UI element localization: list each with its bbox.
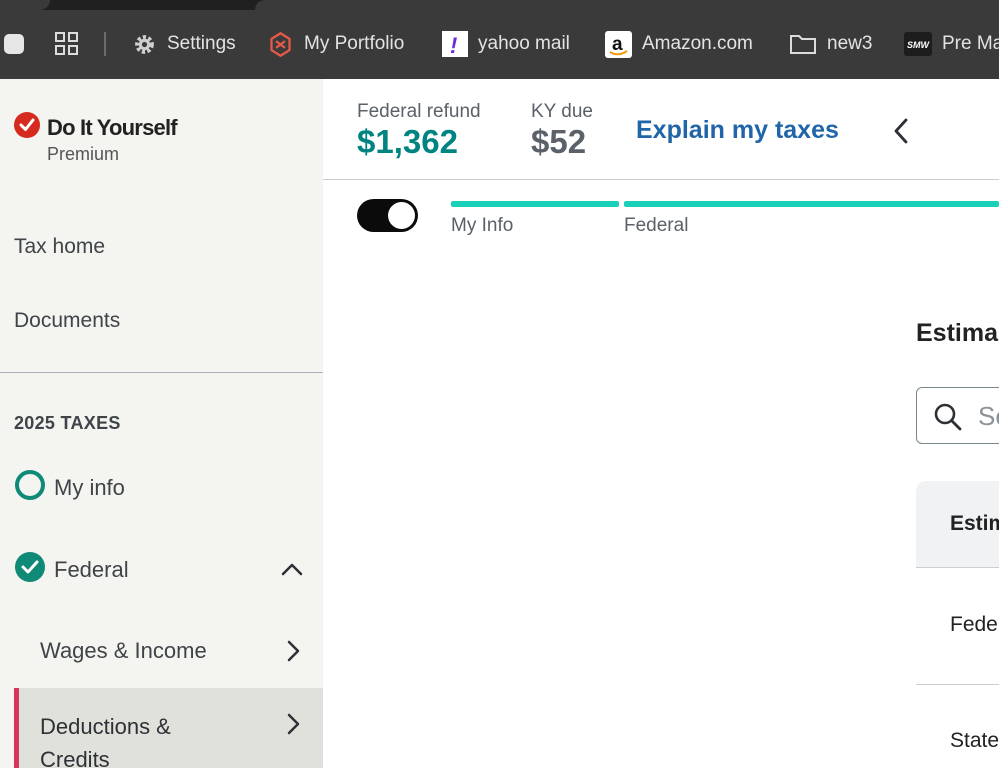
bookmark-settings[interactable]: Settings <box>132 25 236 63</box>
sidebar-item-deductions-credits[interactable]: Deductions & Credits <box>14 688 323 772</box>
address-bar-frame[interactable] <box>255 0 999 10</box>
search-placeholder: Se <box>978 401 999 431</box>
bookmark-label: Pre Ma <box>942 33 999 54</box>
table-row-divider <box>916 684 999 685</box>
portfolio-logo-icon <box>267 31 294 58</box>
checkmark-logo-icon <box>13 111 41 144</box>
table-row-divider <box>916 567 999 568</box>
bookmark-label: Settings <box>167 33 236 54</box>
table-header-label: Estim <box>950 512 999 535</box>
header-divider <box>323 179 999 180</box>
refund-value: $1,362 <box>357 123 458 160</box>
yahoo-logo-text: ! <box>450 33 457 57</box>
check-circle-icon <box>14 551 46 589</box>
bookmarks-separator <box>104 32 106 56</box>
due-value: $52 <box>531 123 587 160</box>
bookmark-folder-new3[interactable]: new3 <box>789 25 872 63</box>
section-heading: 2025 TAXES <box>14 413 121 433</box>
toggle-knob <box>388 202 415 229</box>
chevron-left-icon[interactable] <box>891 117 911 150</box>
yahoo-icon: ! <box>442 31 468 57</box>
progress-bar-federal <box>624 201 999 207</box>
table-row[interactable]: State <box>950 729 999 753</box>
sidebar-item-documents[interactable]: Documents <box>14 309 120 333</box>
table-row[interactable]: Fede <box>950 613 998 637</box>
bookmark-label: yahoo mail <box>478 33 570 54</box>
page-title: Estima <box>916 319 998 347</box>
brand-subtitle: Premium <box>47 144 120 164</box>
chevron-up-icon[interactable] <box>280 559 304 584</box>
sidebar-divider <box>0 372 323 373</box>
explain-taxes-link[interactable]: Explain my taxes <box>636 116 839 145</box>
folder-icon <box>789 33 817 55</box>
brand-title: Do It Yourself <box>47 114 178 140</box>
bookmarks-bar: Settings My Portfolio ! yahoo mail a Ama… <box>0 25 999 63</box>
sidebar-item-label: Federal <box>54 557 129 582</box>
sidebar-item-federal[interactable]: Federal <box>14 551 129 589</box>
sidebar-item-wages-income[interactable]: Wages & Income <box>40 638 207 664</box>
sidebar-item-tax-home[interactable]: Tax home <box>14 235 105 259</box>
progress-ring-icon <box>14 469 46 507</box>
sidebar-item-my-info[interactable]: My info <box>14 469 125 507</box>
smw-logo-text: SMW <box>907 40 931 50</box>
bookmark-label: Amazon.com <box>642 33 753 54</box>
view-toggle[interactable] <box>357 199 418 232</box>
federal-refund-summary: Federal refund $1,362 <box>357 101 481 161</box>
main-content: Federal refund $1,362 KY due $52 Explain… <box>323 79 999 768</box>
chevron-right-icon[interactable] <box>284 639 302 668</box>
apps-grid-icon <box>54 31 80 57</box>
bookmark-pre-ma[interactable]: SMW Pre Ma <box>904 25 999 63</box>
amazon-icon: a <box>605 30 632 58</box>
search-icon <box>933 402 963 437</box>
bookmark-yahoo-mail[interactable]: ! yahoo mail <box>442 25 570 63</box>
step-label-federal[interactable]: Federal <box>624 215 688 237</box>
progress-bar-my-info <box>451 201 619 207</box>
square-icon <box>2 32 26 56</box>
bookmark-my-portfolio[interactable]: My Portfolio <box>267 25 404 63</box>
step-label-my-info[interactable]: My Info <box>451 215 513 237</box>
smw-icon: SMW <box>904 32 932 56</box>
browser-tab[interactable] <box>0 0 50 10</box>
bookmark-label: My Portfolio <box>304 33 405 54</box>
table-header: Estim <box>916 481 999 567</box>
tab-search-button[interactable] <box>2 25 36 63</box>
chevron-right-icon[interactable] <box>284 712 302 741</box>
sidebar-item-label: Deductions & Credits <box>40 714 171 772</box>
bookmark-label: new3 <box>827 33 873 54</box>
sidebar: Do It Yourself Premium Tax home Document… <box>0 79 323 772</box>
sidebar-item-label: My info <box>54 475 125 500</box>
refund-label: Federal refund <box>357 101 481 122</box>
amazon-logo-text: a <box>612 34 623 55</box>
due-label: KY due <box>531 101 593 122</box>
search-input[interactable]: Se <box>916 387 999 444</box>
state-due-summary: KY due $52 <box>531 101 593 161</box>
gear-icon <box>132 32 157 57</box>
brand-logo[interactable]: Do It Yourself <box>13 111 178 144</box>
bookmark-amazon[interactable]: a Amazon.com <box>605 25 753 63</box>
tab-strip <box>0 0 999 10</box>
apps-button[interactable] <box>54 25 90 63</box>
